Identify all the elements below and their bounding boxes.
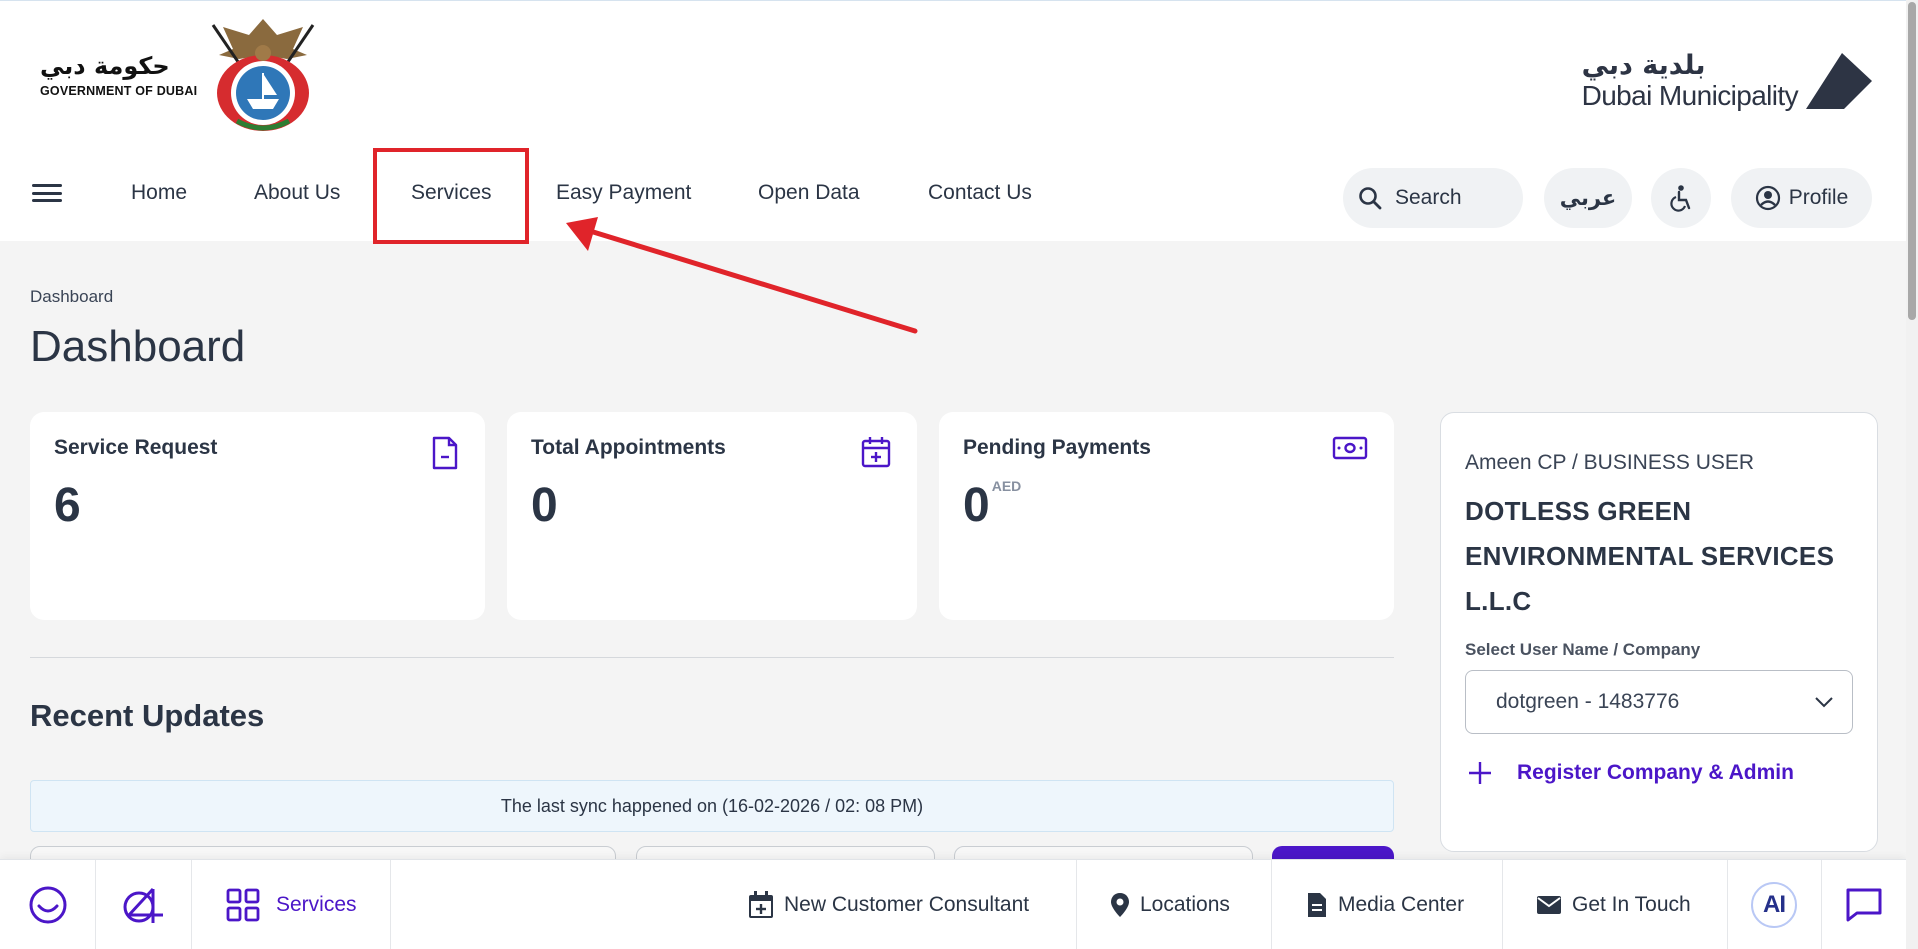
new-customer-consultant-button[interactable]: New Customer Consultant bbox=[748, 860, 1029, 949]
accessibility-icon bbox=[1670, 185, 1691, 212]
page-title: Dashboard bbox=[30, 322, 246, 371]
page-scrollbar[interactable] bbox=[1906, 0, 1918, 949]
dubai-brand-button[interactable] bbox=[96, 860, 192, 949]
accessibility-button[interactable] bbox=[1651, 168, 1711, 228]
hamburger-menu-icon[interactable] bbox=[32, 181, 62, 205]
chevron-down-icon bbox=[1815, 697, 1833, 708]
dubai-emblem-icon bbox=[212, 19, 315, 131]
document-text-icon bbox=[1308, 893, 1326, 917]
get-in-touch-button[interactable]: Get In Touch bbox=[1536, 860, 1691, 949]
nav-about-us[interactable]: About Us bbox=[254, 181, 340, 205]
language-toggle-button[interactable]: عربي bbox=[1544, 168, 1632, 228]
location-pin-icon bbox=[1111, 893, 1129, 917]
chat-button[interactable] bbox=[1822, 860, 1906, 949]
search-icon bbox=[1359, 187, 1382, 210]
search-label: Search bbox=[1395, 186, 1462, 209]
happiness-meter-button[interactable] bbox=[0, 860, 96, 949]
register-company-link[interactable]: Register Company & Admin bbox=[1465, 760, 1853, 786]
card-value: 0 bbox=[531, 479, 558, 532]
language-label: عربي bbox=[1559, 186, 1617, 210]
service-request-card[interactable]: Service Request 6 bbox=[30, 412, 485, 620]
get-in-touch-label: Get In Touch bbox=[1572, 893, 1691, 916]
card-value: 6 bbox=[54, 479, 81, 532]
document-icon bbox=[432, 436, 458, 470]
card-title: Service Request bbox=[54, 436, 218, 459]
recent-updates-title: Recent Updates bbox=[30, 698, 265, 733]
user-circle-icon bbox=[1755, 185, 1780, 211]
money-icon bbox=[1332, 436, 1368, 460]
breadcrumb[interactable]: Dashboard bbox=[30, 287, 113, 307]
media-center-button[interactable]: Media Center bbox=[1306, 860, 1464, 949]
nav-home[interactable]: Home bbox=[131, 181, 187, 205]
nav-services[interactable]: Services bbox=[411, 181, 492, 205]
sync-status-bar: The last sync happened on (16-02-2026 / … bbox=[30, 780, 1394, 832]
ai-assistant-button[interactable]: AI bbox=[1727, 860, 1822, 949]
new-customer-label: New Customer Consultant bbox=[784, 893, 1030, 916]
section-divider bbox=[30, 657, 1394, 658]
company-select[interactable]: dotgreen - 1483776 bbox=[1465, 670, 1853, 734]
user-role: Ameen CP / BUSINESS USER bbox=[1465, 451, 1755, 474]
pending-payments-card[interactable]: Pending Payments 0 AED bbox=[939, 412, 1394, 620]
calendar-add-icon bbox=[749, 891, 773, 918]
search-button[interactable]: Search bbox=[1343, 168, 1523, 228]
chat-bubble-icon bbox=[1846, 888, 1882, 922]
profile-label: Profile bbox=[1788, 186, 1849, 209]
currency-unit: AED bbox=[991, 478, 1022, 494]
gov-logo-arabic-text: حكومة دبي bbox=[40, 52, 170, 80]
plus-icon bbox=[1469, 762, 1491, 784]
select-company-label: Select User Name / Company bbox=[1465, 640, 1701, 659]
mail-icon bbox=[1537, 896, 1561, 914]
government-of-dubai-logo[interactable]: حكومة دبي GOVERNMENT OF DUBAI bbox=[40, 17, 319, 133]
gov-logo-english-text: GOVERNMENT OF DUBAI bbox=[40, 84, 198, 98]
dm-chevron-mark-icon bbox=[1806, 53, 1872, 109]
bottom-services-label: Services bbox=[276, 893, 357, 916]
calendar-plus-icon bbox=[861, 437, 891, 468]
nav-contact-us[interactable]: Contact Us bbox=[928, 181, 1032, 205]
bottom-services-button[interactable]: Services bbox=[192, 860, 391, 949]
card-title: Total Appointments bbox=[531, 436, 726, 459]
sync-status-text: The last sync happened on (16-02-2026 / … bbox=[500, 795, 924, 816]
company-select-value: dotgreen - 1483776 bbox=[1496, 690, 1680, 713]
grid-icon bbox=[226, 888, 260, 922]
locations-label: Locations bbox=[1140, 893, 1230, 916]
brand-mark-icon bbox=[123, 887, 163, 923]
media-center-label: Media Center bbox=[1338, 893, 1465, 916]
dm-logo-english-text: Dubai Municipality bbox=[1581, 80, 1799, 111]
smiley-icon bbox=[29, 886, 66, 924]
profile-button[interactable]: Profile bbox=[1731, 168, 1872, 228]
total-appointments-card[interactable]: Total Appointments 0 bbox=[507, 412, 917, 620]
register-company-label: Register Company & Admin bbox=[1517, 761, 1794, 784]
card-title: Pending Payments bbox=[963, 436, 1151, 459]
dm-logo-arabic-text: بلدية دبي bbox=[1581, 50, 1706, 81]
user-profile-panel: Ameen CP / BUSINESS USER DOTLESS GREEN E… bbox=[1440, 412, 1878, 852]
locations-button[interactable]: Locations bbox=[1110, 860, 1230, 949]
card-value: 0 bbox=[963, 479, 990, 532]
nav-easy-payment[interactable]: Easy Payment bbox=[556, 181, 691, 205]
nav-open-data[interactable]: Open Data bbox=[758, 181, 860, 205]
bottom-toolbar: Services New Customer Consultant Locatio… bbox=[0, 859, 1906, 949]
ai-icon: AI bbox=[1751, 882, 1797, 928]
dubai-municipality-logo[interactable]: بلدية دبي Dubai Municipality bbox=[1582, 51, 1872, 111]
scrollbar-thumb[interactable] bbox=[1908, 2, 1916, 320]
company-name: DOTLESS GREEN ENVIRONMENTAL SERVICES L.L… bbox=[1465, 496, 1835, 616]
